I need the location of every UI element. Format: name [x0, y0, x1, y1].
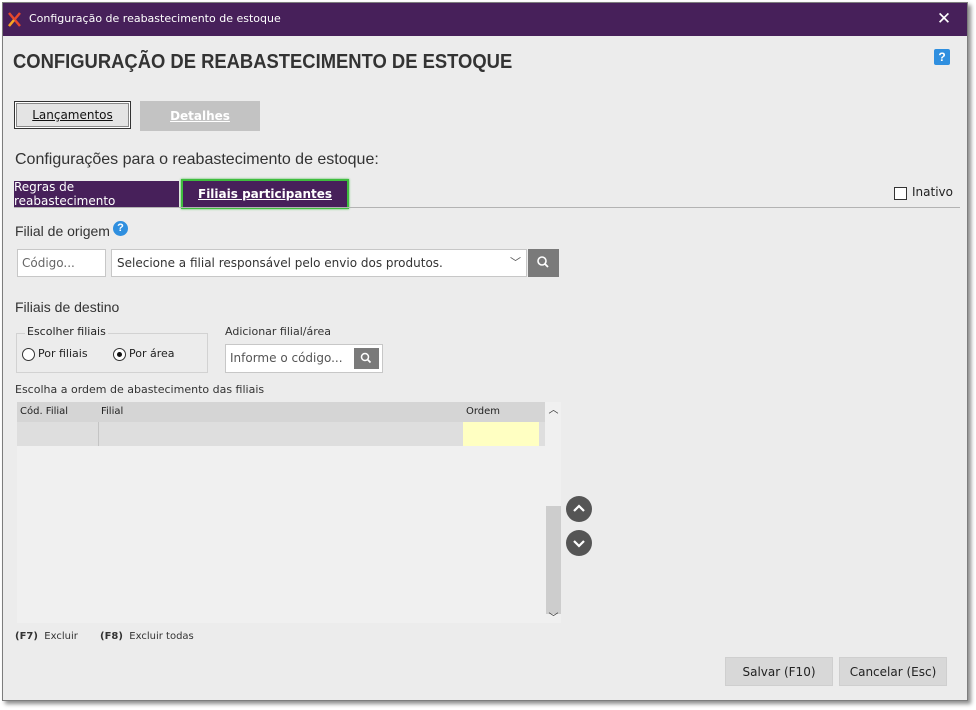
shortcut-f7: (F7) Excluir: [15, 631, 78, 642]
page-title: CONFIGURAÇÃO DE REABASTECIMENTO DE ESTOQ…: [13, 51, 513, 73]
adicionar-filial-label: Adicionar filial/área: [225, 325, 332, 338]
detalhes-button[interactable]: Detalhes: [140, 101, 260, 131]
shortcut-f7-key: (F7): [15, 631, 38, 642]
col-cod-filial[interactable]: Cód. Filial: [20, 406, 68, 417]
cell-divider: [98, 422, 99, 446]
search-filial-origem-button[interactable]: [528, 249, 559, 277]
tab-divider: [14, 207, 960, 208]
save-button[interactable]: Salvar (F10): [725, 657, 833, 686]
section-heading: Configurações para o reabastecimento de …: [15, 151, 379, 168]
grid-scrollbar[interactable]: ︿ ﹀: [546, 402, 561, 626]
codigo-input[interactable]: Código...: [17, 249, 106, 277]
move-up-button[interactable]: [566, 496, 592, 522]
filial-origem-select[interactable]: Selecione a filial responsável pelo envi…: [111, 249, 527, 277]
tab-filiais-participantes[interactable]: Filiais participantes: [181, 179, 349, 209]
dialog-window: Configuração de reabastecimento de estoq…: [2, 2, 968, 701]
shortcut-f8-key: (F8): [100, 631, 123, 642]
shortcut-f7-label: Excluir: [44, 631, 78, 642]
close-icon[interactable]: ✕: [933, 8, 955, 30]
inativo-label: Inativo: [912, 185, 953, 199]
search-icon: [537, 256, 549, 268]
shortcut-f8: (F8) Excluir todas: [100, 631, 194, 642]
info-icon[interactable]: ?: [113, 221, 128, 236]
cancel-button[interactable]: Cancelar (Esc): [839, 657, 947, 686]
col-filial[interactable]: Filial: [101, 406, 123, 417]
radio-por-area-label: Por área: [129, 347, 175, 360]
search-adicionar-button[interactable]: [354, 348, 379, 369]
radio-por-area[interactable]: [113, 348, 126, 361]
filial-origem-select-text: Selecione a filial responsável pelo envi…: [117, 256, 443, 270]
lancamentos-button[interactable]: Lançamentos: [14, 101, 131, 129]
search-icon: [360, 352, 372, 364]
move-down-button[interactable]: [566, 530, 592, 556]
ordem-cell[interactable]: [463, 422, 539, 446]
chevron-down-icon: [573, 540, 585, 548]
adicionar-filial-input[interactable]: Informe o código...: [225, 344, 383, 373]
filiais-destino-label: Filiais de destino: [15, 299, 120, 315]
table-row[interactable]: [17, 422, 545, 446]
title-bar: Configuração de reabastecimento de estoq…: [3, 3, 967, 36]
scrollbar-thumb[interactable]: [546, 506, 561, 614]
scroll-up-icon[interactable]: ︿: [546, 404, 561, 418]
grid-header: Cód. Filial Filial Ordem: [17, 402, 545, 422]
window-title: Configuração de reabastecimento de estoq…: [29, 12, 281, 25]
app-logo-icon: [8, 12, 21, 27]
inativo-checkbox[interactable]: [894, 187, 907, 200]
radio-selected-dot: [117, 352, 122, 357]
escolher-filiais-label: Escolher filiais: [25, 325, 108, 338]
grid-caption: Escolha a ordem de abastecimento das fil…: [15, 383, 265, 396]
radio-por-filiais[interactable]: [22, 348, 35, 361]
chevron-down-icon[interactable]: ﹀: [510, 250, 521, 276]
radio-por-filiais-label: Por filiais: [38, 347, 88, 360]
ordem-filiais-grid[interactable]: Cód. Filial Filial Ordem ︿ ﹀: [17, 402, 561, 626]
adicionar-filial-placeholder: Informe o código...: [230, 351, 343, 365]
shortcut-f8-label: Excluir todas: [129, 631, 194, 642]
chevron-up-icon: [573, 504, 585, 512]
help-icon[interactable]: ?: [934, 49, 950, 65]
filial-origem-label: Filial de origem: [15, 223, 110, 239]
scroll-down-icon[interactable]: ﹀: [546, 612, 561, 626]
tab-regras-reabastecimento[interactable]: Regras de reabastecimento: [14, 180, 179, 208]
col-ordem[interactable]: Ordem: [466, 406, 500, 417]
